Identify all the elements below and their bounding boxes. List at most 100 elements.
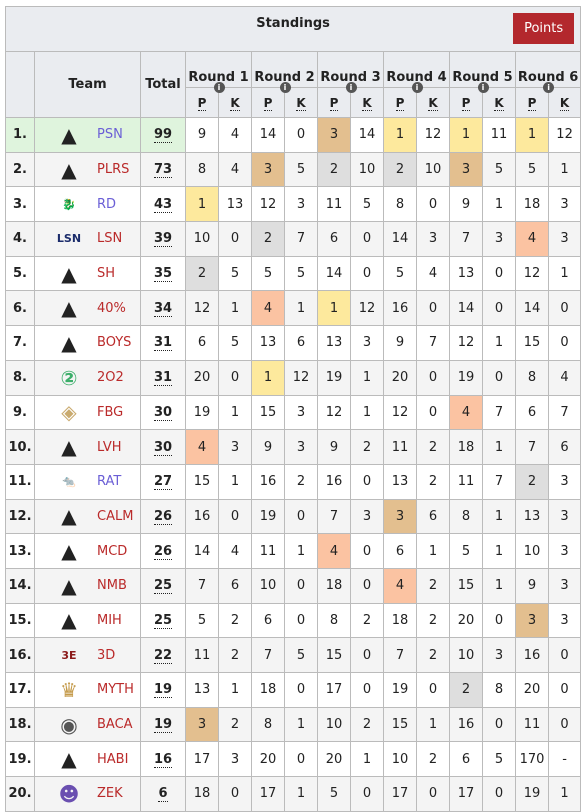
p-abbr: P (527, 95, 537, 111)
round-3-placement: 9 (317, 429, 351, 465)
round-5-placement: 10 (449, 637, 483, 673)
apex-logo: ▲ (61, 573, 77, 598)
team-link[interactable]: 40% (97, 301, 126, 316)
round-1-kills: 1 (218, 463, 252, 500)
apex-logo: ▲ (61, 296, 77, 321)
round-1-placement: 13 (185, 672, 219, 708)
kills-header: K (350, 87, 384, 118)
round-3-placement: 10 (317, 706, 351, 743)
total-cell: 30 (140, 394, 186, 431)
round-1-kills: 3 (218, 429, 252, 465)
info-icon[interactable]: i (543, 82, 555, 93)
team-cell: ▲ 40% (34, 290, 141, 327)
round-1-header: Round 1i (185, 51, 252, 93)
round-6-placement: 15 (515, 325, 549, 361)
team-link[interactable]: 2O2 (97, 370, 124, 385)
round-2-placement: 2 (251, 221, 285, 257)
round-5-kills: 0 (482, 706, 516, 743)
team-link[interactable]: ZEK (97, 786, 123, 801)
round-2-placement: 14 (251, 117, 285, 153)
total-value: 27 (153, 474, 173, 491)
info-icon[interactable]: i (411, 82, 423, 93)
round-2-placement: 18 (251, 672, 285, 708)
round-6-placement: 1 (515, 117, 549, 153)
zek-logo: ☻ (58, 781, 80, 806)
total-value: 30 (153, 404, 173, 421)
team-link[interactable]: HABI (97, 752, 128, 767)
round-6-placement: 20 (515, 672, 549, 708)
round-1-kills: 1 (218, 394, 252, 431)
round-4-placement: 18 (383, 602, 417, 639)
apex-logo: ▲ (61, 747, 77, 772)
team-link[interactable]: BACA (97, 717, 133, 732)
table-row: 1. ▲ PSN 99 9 4 14 0 3 14 1 12 1 11 1 12 (5, 117, 582, 153)
table-row: 4. LSN LSN 39 10 0 2 7 6 0 14 3 7 3 4 3 (5, 221, 582, 257)
2o2-logo: ② (60, 365, 78, 390)
rank-cell: 9. (5, 394, 35, 431)
info-icon[interactable]: i (279, 82, 291, 93)
team-link[interactable]: LSN (97, 231, 122, 246)
round-5-placement: 4 (449, 394, 483, 431)
kills-header: K (218, 87, 252, 118)
rank-cell: 3. (5, 186, 35, 223)
round-3-header: Round 3i (317, 51, 384, 93)
info-icon[interactable]: i (477, 82, 489, 93)
team-link[interactable]: MYTH (97, 682, 134, 697)
round-3-kills: 0 (350, 672, 384, 708)
round-3-placement: 11 (317, 186, 351, 223)
rank-cell: 20. (5, 776, 35, 812)
round-5-kills: 0 (482, 255, 516, 292)
round-6-placement: 170 (515, 741, 549, 778)
team-cell: ▲ MCD (34, 533, 141, 569)
team-link[interactable]: FBG (97, 405, 123, 420)
team-cell: 🐉 RD (34, 186, 141, 223)
round-5-placement: 20 (449, 602, 483, 639)
round-3-placement: 14 (317, 255, 351, 292)
round-1-kills: 4 (218, 117, 252, 153)
team-link[interactable]: RD (97, 197, 116, 212)
table-row: 20. ☻ ZEK 6 18 0 17 1 5 0 17 0 17 0 19 1 (5, 776, 582, 812)
round-6-kills: 12 (547, 117, 582, 153)
round-2-placement: 9 (251, 429, 285, 465)
round-5-kills: 0 (482, 776, 516, 812)
round-3-placement: 6 (317, 221, 351, 257)
info-icon[interactable]: i (213, 82, 225, 93)
team-link[interactable]: MCD (97, 544, 127, 559)
team-link[interactable]: NMB (97, 578, 127, 593)
team-link[interactable]: BOYS (97, 335, 131, 350)
round-2-placement: 10 (251, 567, 285, 604)
points-button[interactable]: Points (513, 13, 575, 44)
round-1-placement: 14 (185, 533, 219, 569)
total-cell: 25 (140, 602, 186, 639)
placement-header: P (383, 87, 417, 118)
round-6-kills: 1 (547, 776, 582, 812)
rat-logo: 🐀 (62, 475, 76, 489)
round-5-placement: 6 (449, 741, 483, 778)
total-value: 6 (158, 786, 168, 803)
round-1-kills: 0 (218, 359, 252, 396)
team-link[interactable]: CALM (97, 509, 133, 524)
team-link[interactable]: 3D (97, 648, 115, 663)
round-4-kills: 2 (416, 429, 450, 465)
round-6-placement: 14 (515, 290, 549, 327)
team-link[interactable]: MIH (97, 613, 122, 628)
round-4-kills: 0 (416, 290, 450, 327)
team-link[interactable]: PSN (97, 127, 123, 142)
team-link[interactable]: SH (97, 266, 115, 281)
info-icon[interactable]: i (345, 82, 357, 93)
round-6-kills: 3 (547, 463, 582, 500)
total-cell: 16 (140, 741, 186, 778)
total-value: 73 (153, 162, 173, 179)
round-3-placement: 8 (317, 602, 351, 639)
team-cell: ▲ PSN (34, 117, 141, 153)
lsn-logo: LSN (56, 232, 82, 246)
round-3-kills: 10 (350, 151, 384, 188)
team-link[interactable]: RAT (97, 474, 121, 489)
round-6-kills: - (547, 741, 582, 778)
team-cell: ② 2O2 (34, 359, 141, 396)
round-5-placement: 13 (449, 255, 483, 292)
team-link[interactable]: PLRS (97, 162, 129, 177)
round-1-placement: 8 (185, 151, 219, 188)
round-4-placement: 19 (383, 672, 417, 708)
team-link[interactable]: LVH (97, 440, 121, 455)
